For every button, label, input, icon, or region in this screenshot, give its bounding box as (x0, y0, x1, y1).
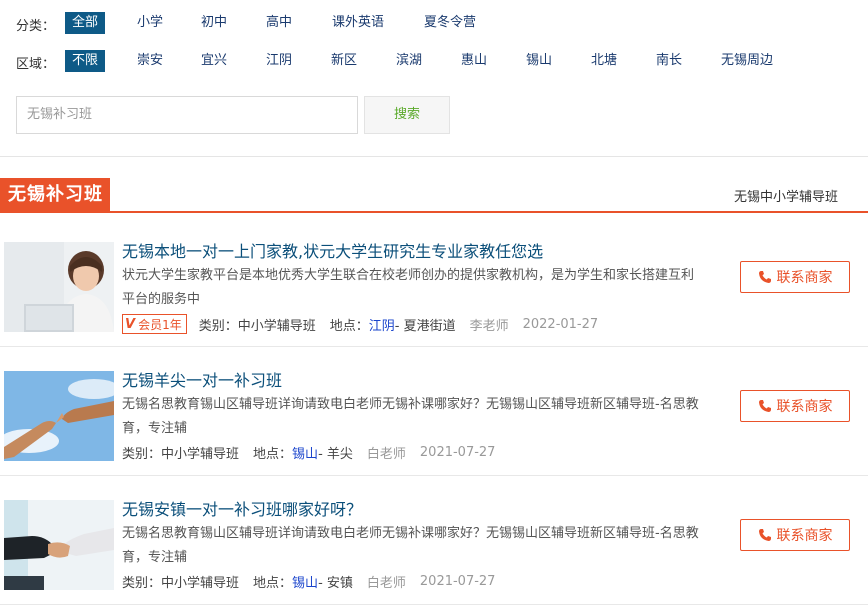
district-link[interactable]: 锡山 (292, 572, 318, 591)
vip-icon: V (125, 316, 136, 332)
teacher-name: 白老师 (366, 447, 406, 462)
teacher-name: 白老师 (366, 576, 406, 591)
area-option-beitang[interactable]: 北塘 (591, 50, 617, 72)
area-option-any[interactable]: 不限 (65, 50, 106, 72)
listing-title[interactable]: 无锡安镇一对一补习班哪家好呀？ (122, 496, 362, 520)
contact-label: 联系商家 (776, 528, 833, 544)
listing-thumbnail-reaching-hands-sky[interactable] (4, 371, 114, 461)
listing-meta: 类别： 中小学辅导班 地点： 锡山 - 安镇 白老师 2021-07-27 (122, 572, 495, 591)
post-date: 2021-07-27 (419, 445, 496, 460)
member-badge-label: 会员1年 (138, 317, 182, 332)
category-option-all[interactable]: 全部 (65, 12, 106, 34)
listing-meta: 类别： 中小学辅导班 地点： 锡山 - 羊尖 白老师 2021-07-27 (122, 443, 495, 462)
category-option-junior[interactable]: 初中 (201, 12, 227, 34)
listing-description: 无锡名思教育锡山区辅导班详询请致电白老师无锡补课哪家好？无锡锡山区辅导班新区辅导… (122, 397, 699, 436)
section-title: 无锡补习班 (0, 178, 110, 212)
listing-thumbnail-business-handshake[interactable] (4, 500, 114, 590)
phone-icon (758, 400, 771, 412)
category-label: 分类： (16, 19, 56, 34)
category-option-primary[interactable]: 小学 (137, 12, 163, 34)
district-link[interactable]: 江阴 (369, 315, 395, 334)
section-right-link[interactable]: 无锡中小学辅导班 (734, 186, 838, 205)
post-date: 2022-01-27 (522, 316, 599, 332)
contact-merchant-button[interactable]: 联系商家 (740, 261, 850, 293)
teacher-name: 李老师 (469, 318, 509, 334)
divider (0, 156, 868, 157)
area-option-xinqu[interactable]: 新区 (331, 50, 357, 72)
contact-merchant-button[interactable]: 联系商家 (740, 390, 850, 422)
phone-icon (758, 529, 771, 541)
area-option-xishan[interactable]: 锡山 (526, 50, 552, 72)
area-label: 区域： (16, 57, 56, 72)
category-meta-label: 类别： (122, 447, 162, 462)
location-meta-label: 地点： (329, 318, 369, 334)
member-badge: V 会员1年 (122, 314, 187, 334)
category-meta-label: 类别： (122, 576, 162, 591)
category-value: 中小学辅导班 (161, 447, 240, 462)
listing-item: 无锡本地一对一上门家教,状元大学生研究生专业家教任您选 状元大学生家教平台是本地… (0, 218, 868, 347)
section-underline (0, 211, 868, 213)
area-option-jiangyin[interactable]: 江阴 (266, 50, 292, 72)
search-button[interactable]: 搜索 (364, 96, 450, 134)
contact-label: 联系商家 (776, 399, 833, 415)
category-option-camp[interactable]: 夏冬令营 (424, 12, 476, 34)
post-date: 2021-07-27 (419, 574, 496, 589)
street-value: - 羊尖 (318, 447, 353, 462)
contact-merchant-button[interactable]: 联系商家 (740, 519, 850, 551)
location-meta-label: 地点： (253, 576, 293, 591)
district-link[interactable]: 锡山 (292, 443, 318, 462)
phone-icon (758, 271, 771, 283)
area-option-binhu[interactable]: 滨湖 (396, 50, 422, 72)
location-meta-label: 地点： (253, 447, 293, 462)
category-value: 中小学辅导班 (237, 318, 316, 334)
category-meta-label: 类别： (198, 318, 238, 334)
category-value: 中小学辅导班 (161, 576, 240, 591)
listing-meta: V 会员1年 类别： 中小学辅导班 地点： 江阴 - 夏港街道 李老师 2022-01… (122, 314, 598, 334)
listing-title[interactable]: 无锡本地一对一上门家教,状元大学生研究生专业家教任您选 (122, 238, 543, 262)
listing-description: 状元大学生家教平台是本地优秀大学生联合在校老师创办的提供家教机构，是为学生和家长… (122, 268, 695, 307)
listing-title[interactable]: 无锡羊尖一对一补习班 (122, 367, 282, 391)
category-option-english[interactable]: 课外英语 (332, 12, 384, 34)
category-option-senior[interactable]: 高中 (266, 12, 292, 34)
listing-description: 无锡名思教育锡山区辅导班详询请致电白老师无锡补课哪家好？无锡锡山区辅导班新区辅导… (122, 526, 699, 565)
search-input[interactable]: 无锡补习班 (16, 96, 358, 134)
area-option-chongan[interactable]: 崇安 (137, 50, 163, 72)
street-value: - 安镇 (318, 576, 353, 591)
street-value: - 夏港街道 (394, 318, 456, 334)
contact-label: 联系商家 (776, 270, 833, 286)
listing-item: 无锡安镇一对一补习班哪家好呀？ 无锡名思教育锡山区辅导班详询请致电白老师无锡补课… (0, 476, 868, 605)
listing-item: 无锡羊尖一对一补习班 无锡名思教育锡山区辅导班详询请致电白老师无锡补课哪家好？无… (0, 347, 868, 476)
area-option-huishan[interactable]: 惠山 (461, 50, 487, 72)
area-option-yixing[interactable]: 宜兴 (201, 50, 227, 72)
area-option-surroundings[interactable]: 无锡周边 (721, 50, 773, 72)
area-option-nanchang[interactable]: 南长 (656, 50, 682, 72)
listing-thumbnail-woman-with-laptop[interactable] (4, 242, 114, 332)
